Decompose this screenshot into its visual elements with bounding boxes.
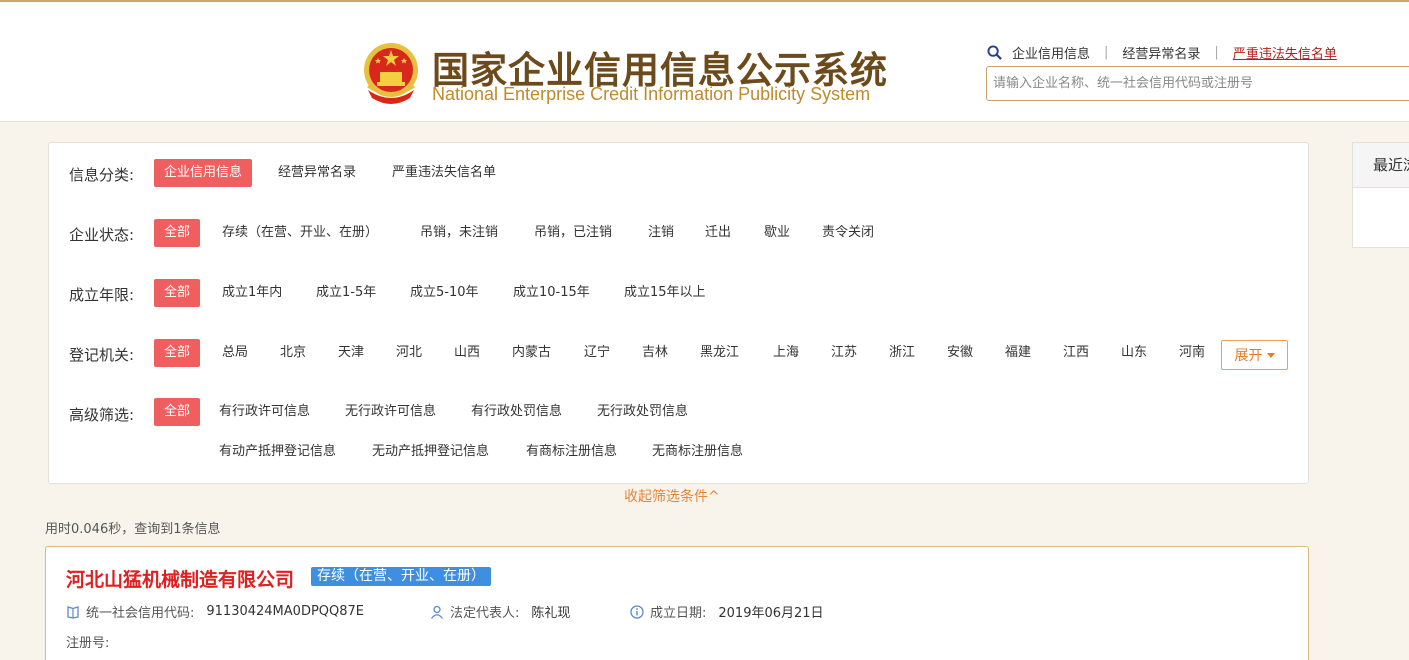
filter-years-1[interactable]: 成立1年内 [222, 279, 282, 307]
top-nav: 企业信用信息 | 经营异常名录 | 严重违法失信名单 [987, 42, 1337, 62]
filter-authority-all[interactable]: 全部 [154, 339, 201, 367]
filter-authority-beijing[interactable]: 北京 [280, 339, 306, 367]
legal-rep-value: 陈礼现 [531, 606, 571, 621]
filter-status-revoked-not-cancelled[interactable]: 吊销，未注销 [420, 219, 498, 247]
filter-advanced-no-license[interactable]: 无行政许可信息 [345, 398, 436, 426]
filter-category-credit-info[interactable]: 企业信用信息 [154, 159, 253, 187]
nav-separator: | [1104, 44, 1109, 60]
filter-authority-fujian[interactable]: 福建 [1005, 339, 1031, 367]
nav-link-abnormal-list[interactable]: 经营异常名录 [1122, 43, 1200, 62]
credit-code-field: 统一社会信用代码: 91130424MA0DPQQ87E [66, 602, 364, 621]
filter-panel: 信息分类: 企业信用信息 经营异常名录 严重违法失信名单 企业状态: 全部 存续… [48, 142, 1309, 484]
result-card[interactable]: 河北山猛机械制造有限公司 存续（在营、开业、在册） 统一社会信用代码: 9113… [45, 546, 1309, 660]
filter-category-blacklist[interactable]: 严重违法失信名单 [392, 159, 496, 187]
filter-label-category: 信息分类: [69, 166, 135, 184]
founded-label: 成立日期: [650, 606, 707, 621]
filter-advanced-has-trademark[interactable]: 有商标注册信息 [526, 438, 617, 466]
nav-separator: | [1214, 44, 1219, 60]
filter-years-all[interactable]: 全部 [154, 279, 201, 307]
search-icon [987, 44, 1002, 60]
filter-advanced-no-trademark[interactable]: 无商标注册信息 [652, 438, 743, 466]
national-emblem-icon [364, 43, 418, 104]
search-input[interactable] [986, 66, 1409, 101]
filter-years-5-10[interactable]: 成立5-10年 [410, 279, 479, 307]
filter-authority-shanxi[interactable]: 山西 [454, 339, 480, 367]
book-icon [67, 605, 79, 619]
credit-code-value: 91130424MA0DPQQ87E [206, 604, 365, 619]
filter-label-advanced: 高级筛选: [69, 406, 135, 424]
filter-years-1-5[interactable]: 成立1-5年 [316, 279, 376, 307]
filter-status-all[interactable]: 全部 [154, 219, 201, 247]
filter-authority-jiangsu[interactable]: 江苏 [831, 339, 857, 367]
filter-status-moved-out[interactable]: 迁出 [705, 219, 731, 247]
filter-authority-heilongjiang[interactable]: 黑龙江 [700, 339, 739, 367]
site-title-en: National Enterprise Credit Information P… [432, 84, 871, 104]
filter-authority-inner-mongolia[interactable]: 内蒙古 [512, 339, 551, 367]
filter-advanced-all[interactable]: 全部 [154, 398, 201, 426]
reg-number-label: 注册号: [66, 636, 110, 651]
expand-button[interactable]: 展开 [1221, 340, 1288, 370]
filter-authority-shandong[interactable]: 山东 [1121, 339, 1147, 367]
filter-advanced-has-mortgage[interactable]: 有动产抵押登记信息 [219, 438, 336, 466]
filter-advanced-no-penalty[interactable]: 无行政处罚信息 [597, 398, 688, 426]
filter-authority-tianjin[interactable]: 天津 [338, 339, 364, 367]
nav-link-credit-info[interactable]: 企业信用信息 [1012, 43, 1090, 62]
filter-status-cancelled[interactable]: 注销 [648, 219, 674, 247]
expand-label: 展开 [1234, 348, 1263, 364]
credit-code-label: 统一社会信用代码: [86, 606, 195, 621]
founded-field: 成立日期: 2019年06月21日 [630, 602, 824, 621]
filter-advanced-has-penalty[interactable]: 有行政处罚信息 [471, 398, 562, 426]
filter-label-years: 成立年限: [69, 286, 135, 304]
info-icon [630, 604, 644, 619]
founded-value: 2019年06月21日 [718, 606, 824, 621]
filter-status-active[interactable]: 存续（在营、开业、在册） [222, 219, 378, 247]
caret-down-icon [1266, 352, 1275, 358]
legal-rep-label: 法定代表人: [450, 606, 520, 621]
filter-authority-jiangxi[interactable]: 江西 [1063, 339, 1089, 367]
filter-authority-saic[interactable]: 总局 [222, 339, 248, 367]
filter-authority-jilin[interactable]: 吉林 [642, 339, 668, 367]
collapse-filters-link[interactable]: 收起筛选条件^ [624, 486, 720, 506]
filter-status-ordered-closed[interactable]: 责令关闭 [822, 219, 874, 247]
filter-category-abnormal[interactable]: 经营异常名录 [278, 159, 356, 187]
company-name-link[interactable]: 河北山猛机械制造有限公司 [66, 565, 294, 592]
filter-status-revoked-cancelled[interactable]: 吊销，已注销 [534, 219, 612, 247]
filter-status-closed[interactable]: 歇业 [764, 219, 790, 247]
header: 国家企业信用信息公示系统 National Enterprise Credit … [0, 0, 1409, 122]
filter-authority-liaoning[interactable]: 辽宁 [584, 339, 610, 367]
filter-label-status: 企业状态: [69, 226, 135, 244]
status-badge: 存续（在营、开业、在册） [311, 567, 491, 586]
result-stats: 用时0.046秒，查询到1条信息 [45, 522, 221, 537]
recent-views-title: 最近浏览 [1353, 143, 1409, 188]
nav-link-blacklist[interactable]: 严重违法失信名单 [1233, 43, 1337, 62]
filter-years-15-plus[interactable]: 成立15年以上 [624, 279, 706, 307]
filter-authority-hebei[interactable]: 河北 [396, 339, 422, 367]
filter-authority-zhejiang[interactable]: 浙江 [889, 339, 915, 367]
filter-authority-shanghai[interactable]: 上海 [773, 339, 799, 367]
person-icon [430, 605, 444, 619]
recent-views-panel: 最近浏览 [1352, 142, 1409, 248]
filter-years-10-15[interactable]: 成立10-15年 [513, 279, 590, 307]
filter-label-authority: 登记机关: [69, 346, 135, 364]
filter-advanced-has-license[interactable]: 有行政许可信息 [219, 398, 310, 426]
filter-advanced-no-mortgage[interactable]: 无动产抵押登记信息 [372, 438, 489, 466]
legal-rep-field: 法定代表人: 陈礼现 [430, 602, 570, 621]
filter-authority-anhui[interactable]: 安徽 [947, 339, 973, 367]
filter-authority-henan[interactable]: 河南 [1179, 339, 1205, 367]
